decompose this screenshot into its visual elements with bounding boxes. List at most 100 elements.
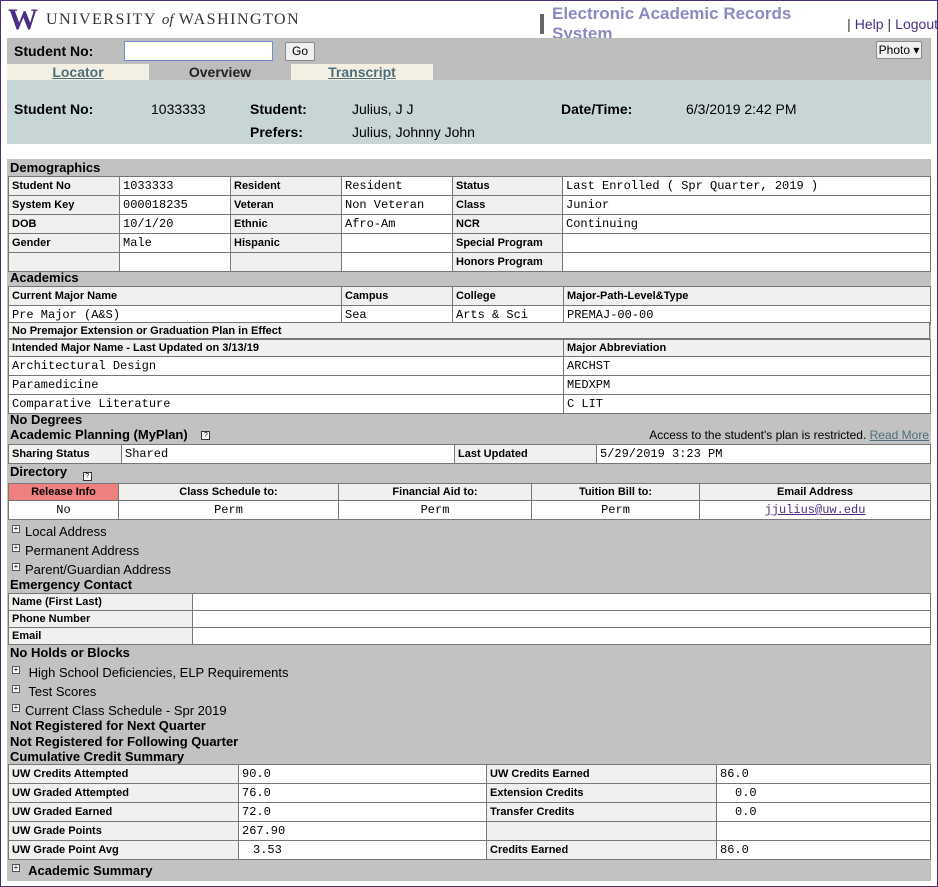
header-separator: | <box>887 16 892 32</box>
field-label: Resident <box>230 176 342 196</box>
field-value: Afro-Am <box>341 214 453 234</box>
intended-major: Comparative Literature <box>8 394 564 414</box>
go-button[interactable]: Go <box>285 42 315 61</box>
directory-label: Directory <box>10 464 68 479</box>
plan-restricted-text: Access to the student's plan is restrict… <box>649 428 867 442</box>
email-link[interactable]: jjulius@uw.edu <box>765 503 866 517</box>
table-row: Sharing Status Shared Last Updated 5/29/… <box>8 444 931 464</box>
emergency-email-value <box>192 627 931 645</box>
test-scores-label: Test Scores <box>28 684 97 699</box>
column-header: Financial Aid to: <box>338 483 532 501</box>
logout-link[interactable]: Logout <box>895 16 938 32</box>
field-value: 1033333 <box>119 176 231 196</box>
photo-dropdown[interactable]: Photo ▾ <box>876 41 922 59</box>
column-header: Campus <box>341 286 453 306</box>
column-header: Class Schedule to: <box>118 483 339 501</box>
credit-value: 72.0 <box>238 802 487 822</box>
class-schedule-label: Current Class Schedule - Spr 2019 <box>25 703 227 718</box>
table-row: Email <box>8 627 931 645</box>
credit-label: UW Grade Point Avg <box>8 840 239 860</box>
student-banner: Student No: 1033333 Student: Julius, J J… <box>7 80 931 144</box>
field-label: Status <box>452 176 563 196</box>
credit-label: Extension Credits <box>486 783 717 803</box>
banner-datetime-label: Date/Time: <box>561 101 633 117</box>
permanent-address-toggle[interactable]: + Permanent Address <box>12 543 139 558</box>
table-row: Comparative Literature C LIT <box>8 394 931 414</box>
field-label: Honors Program <box>452 252 563 272</box>
header-separator: | <box>847 16 851 32</box>
class-schedule-to: Perm <box>118 500 339 520</box>
student-no-input[interactable] <box>124 41 273 61</box>
hs-deficiencies-label: High School Deficiencies, ELP Requiremen… <box>28 665 289 680</box>
field-label: Hispanic <box>230 233 342 253</box>
credit-value: 0.0 <box>716 802 931 822</box>
field-value <box>562 252 931 272</box>
sharing-status-value: Shared <box>121 444 455 464</box>
field-value <box>562 233 931 253</box>
credit-label: UW Credits Attempted <box>8 764 239 784</box>
table-row: Name (First Last) <box>8 593 931 611</box>
tab-overview[interactable]: Overview <box>149 64 291 80</box>
field-label <box>8 252 120 272</box>
local-address-label: Local Address <box>25 524 107 539</box>
credit-value <box>716 821 931 841</box>
major-abbreviation: C LIT <box>563 394 931 414</box>
plan-restricted-notice: Access to the student's plan is restrict… <box>649 428 929 442</box>
emergency-phone-label: Phone Number <box>8 610 193 628</box>
expand-icon: + <box>12 543 20 552</box>
table-row: Phone Number <box>8 610 931 628</box>
search-bar: Student No: Go Photo ▾ <box>7 38 931 64</box>
field-label <box>230 252 342 272</box>
permanent-address-label: Permanent Address <box>25 543 140 558</box>
table-header-row: Current Major Name Campus College Major-… <box>8 286 931 306</box>
column-header: College <box>452 286 564 306</box>
tab-locator[interactable]: Locator <box>7 64 149 80</box>
field-value: Non Veteran <box>341 195 453 215</box>
credit-label: UW Grade Points <box>8 821 239 841</box>
table-row: UW Grade Point Avg 3.53 Credits Earned 8… <box>8 840 931 860</box>
help-icon[interactable]: ? <box>201 431 211 441</box>
last-updated-label: Last Updated <box>454 444 597 464</box>
table-row: No Premajor Extension or Graduation Plan… <box>8 322 930 339</box>
emergency-phone-value <box>192 610 931 628</box>
academic-planning-label: Academic Planning (MyPlan) <box>10 427 188 442</box>
field-value <box>119 252 231 272</box>
next-quarter-status: Not Registered for Next Quarter <box>10 718 206 733</box>
tab-bar: Locator Overview Transcript <box>7 64 931 80</box>
field-value: Male <box>119 233 231 253</box>
field-label: System Key <box>8 195 120 215</box>
field-label: Ethnic <box>230 214 342 234</box>
guardian-address-toggle[interactable]: + Parent/Guardian Address <box>12 562 171 577</box>
column-header: Major-Path-Level&Type <box>563 286 931 306</box>
table-row: Student No 1033333 Resident Resident Sta… <box>8 176 931 196</box>
local-address-toggle[interactable]: + Local Address <box>12 524 107 539</box>
academic-summary-toggle[interactable]: + Academic Summary <box>12 863 152 878</box>
field-value <box>341 233 453 253</box>
field-value: 10/1/20 <box>119 214 231 234</box>
overview-panel: Demographics Student No 1033333 Resident… <box>7 159 931 881</box>
table-row: DOB 10/1/20 Ethnic Afro-Am NCR Continuin… <box>8 214 931 234</box>
university-name-post: WASHINGTON <box>178 11 301 28</box>
expand-icon: + <box>12 665 20 674</box>
read-more-link[interactable]: Read More <box>870 428 929 442</box>
university-name: UNIVERSITY of WASHINGTON <box>46 11 300 29</box>
class-schedule-toggle[interactable]: + Current Class Schedule - Spr 2019 <box>12 703 227 718</box>
demographics-table: Student No 1033333 Resident Resident Sta… <box>8 176 931 272</box>
column-header: Major Abbreviation <box>563 339 931 357</box>
field-label: Class <box>452 195 563 215</box>
app-header: Electronic Academic Records System | Hel… <box>540 4 938 43</box>
expand-icon: + <box>12 863 20 872</box>
test-scores-toggle[interactable]: + Test Scores <box>12 684 96 699</box>
expand-icon: + <box>12 562 20 571</box>
help-icon[interactable]: ? <box>82 472 92 482</box>
table-row: No Perm Perm Perm jjulius@uw.edu <box>8 500 931 520</box>
hs-deficiencies-toggle[interactable]: + High School Deficiencies, ELP Requirem… <box>12 665 289 680</box>
banner-student-label: Student: <box>250 101 307 117</box>
student-no-label: Student No: <box>14 43 94 59</box>
guardian-address-label: Parent/Guardian Address <box>25 562 171 577</box>
credit-summary-title: Cumulative Credit Summary <box>10 749 185 764</box>
tab-transcript[interactable]: Transcript <box>291 64 433 80</box>
field-label: Student No <box>8 176 120 196</box>
demographics-title: Demographics <box>10 160 101 175</box>
help-link[interactable]: Help <box>855 16 884 32</box>
